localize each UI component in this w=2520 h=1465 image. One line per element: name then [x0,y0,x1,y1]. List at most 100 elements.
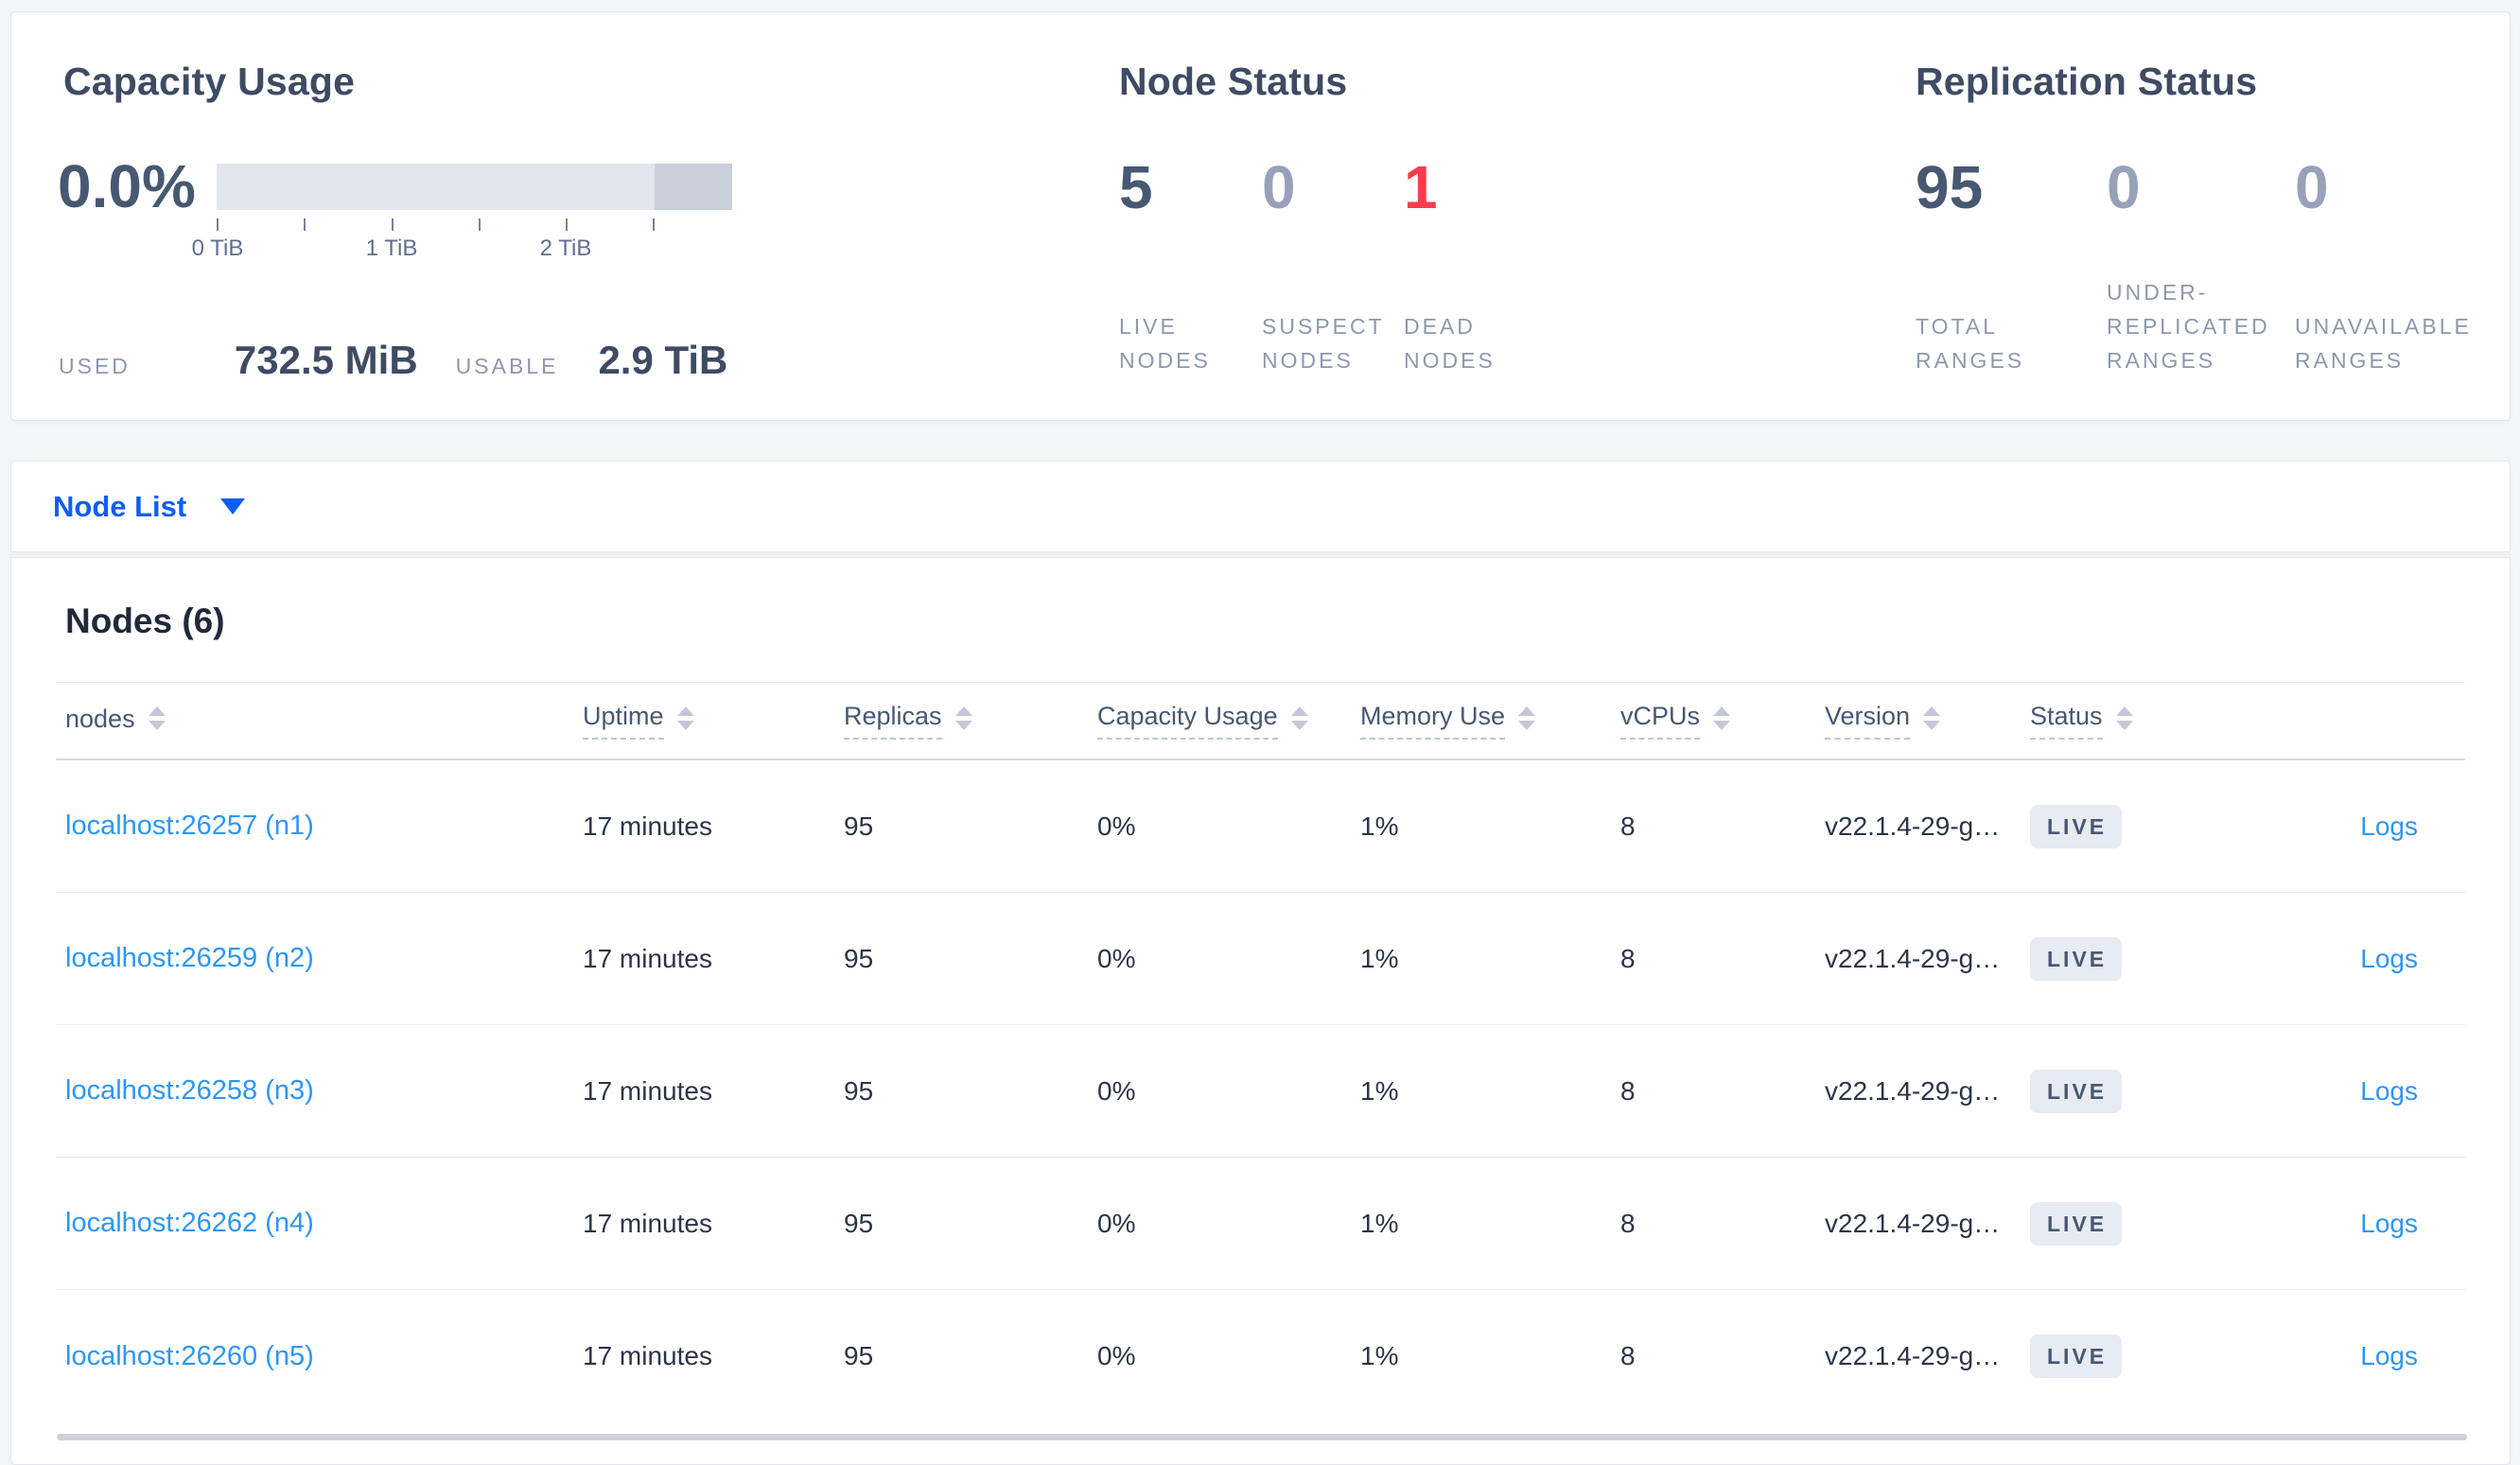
nodes-table-header-row: nodes Uptime Replicas Capacity Usage Mem… [56,683,2465,760]
capacity-gauge: 0.0% 0 TiB 1 TiB 2 TiB [58,152,732,261]
uptime-cell: 17 minutes [583,943,712,973]
capacity-percent: 0.0% [58,152,196,220]
status-badge: LIVE [2030,804,2123,848]
column-header-nodes[interactable]: nodes [56,705,583,737]
node-status-section: Node Status 5 LIVE NODES 0 SUSPECT NODES… [1109,59,1555,377]
replicas-cell: 95 [844,1208,874,1238]
sort-icon[interactable] [1290,706,1308,730]
version-cell: v22.1.4-29-g… [1825,1341,2001,1370]
gauge-tick-label: 0 TiB [191,235,244,261]
status-badge: LIVE [2030,1334,2123,1378]
gauge-tick-label: 2 TiB [539,235,592,261]
gauge-tick [653,218,655,231]
capacity-gauge-bar: 0 TiB 1 TiB 2 TiB [192,164,732,261]
memory-cell: 1% [1360,811,1399,841]
logs-link[interactable]: Logs [2360,811,2418,841]
logs-link[interactable]: Logs [2360,1209,2418,1238]
node-status-title: Node Status [1119,60,1348,103]
node-status-stats: 5 LIVE NODES 0 SUSPECT NODES 1 DEAD NODE… [1119,153,1555,377]
vcpus-cell: 8 [1620,943,1636,973]
capacity-used-usable-row: USED 732.5 MiB USABLE 2.9 TiB [59,338,727,383]
live-nodes-stat: 5 LIVE NODES [1119,153,1262,377]
nodes-table-title: Nodes (6) [65,602,225,640]
capacity-cell: 0% [1097,943,1136,973]
capacity-gauge-track [217,164,732,210]
version-cell: v22.1.4-29-g… [1825,943,2001,973]
unavailable-ranges-stat: 0 UNAVAILABLE RANGES [2295,153,2503,377]
column-header-vcpus[interactable]: vCPUs [1620,702,1825,740]
table-row-node-2: localhost:26259 (n2) 17 minutes 95 0% 1%… [56,893,2465,1025]
status-badge: LIVE [2030,936,2123,981]
suspect-nodes-label: SUSPECT NODES [1262,314,1385,373]
under-replicated-ranges-label: UNDER-REPLICATED RANGES [2107,280,2270,373]
gauge-tick [566,218,568,231]
suspect-nodes-value: 0 [1262,153,1296,221]
usable-value: 2.9 TiB [598,338,728,382]
table-row-node-5: localhost:26260 (n5) 17 minutes 95 0% 1%… [56,1290,2465,1422]
column-header-status[interactable]: Status [2030,702,2274,740]
suspect-nodes-stat: 0 SUSPECT NODES [1262,153,1404,377]
gauge-tick-label: 1 TiB [365,235,418,261]
capacity-usage-title: Capacity Usage [63,60,356,103]
uptime-cell: 17 minutes [583,1208,712,1238]
view-selector-bar: Node List [10,461,2511,552]
node-link[interactable]: localhost:26259 (n2) [65,943,314,973]
node-link[interactable]: localhost:26260 (n5) [65,1341,314,1371]
replication-status-stats: 95 TOTAL RANGES 0 UNDER-REPLICATED RANGE… [1916,153,2503,377]
node-link[interactable]: localhost:26258 (n3) [65,1075,314,1106]
used-label: USED [59,354,131,378]
status-badge: LIVE [2030,1201,2123,1246]
replicas-cell: 95 [844,1341,874,1370]
node-link[interactable]: localhost:26257 (n1) [65,811,314,841]
sort-icon[interactable] [2115,706,2133,730]
logs-link[interactable]: Logs [2360,1076,2418,1106]
sort-icon[interactable] [676,706,694,730]
node-list-dropdown-label: Node List [53,489,187,523]
replicas-cell: 95 [844,1075,874,1106]
memory-cell: 1% [1360,1075,1399,1106]
under-replicated-ranges-stat: 0 UNDER-REPLICATED RANGES [2107,153,2295,377]
sort-icon[interactable] [1923,706,1941,730]
node-link[interactable]: localhost:26262 (n4) [65,1208,314,1238]
dead-nodes-value: 1 [1404,153,1438,221]
uptime-cell: 17 minutes [583,1341,712,1370]
total-ranges-value: 95 [1916,153,1984,221]
horizontal-scrollbar[interactable] [57,1434,2467,1440]
table-row-node-4: localhost:26262 (n4) 17 minutes 95 0% 1%… [56,1158,2465,1290]
table-row-node-1: localhost:26257 (n1) 17 minutes 95 0% 1%… [56,760,2465,893]
column-header-uptime[interactable]: Uptime [583,702,844,740]
capacity-cell: 0% [1097,1075,1136,1106]
memory-cell: 1% [1360,1341,1399,1370]
vcpus-cell: 8 [1620,1075,1636,1106]
capacity-gauge-reserved-segment [655,164,732,210]
replication-status-section: Replication Status 95 TOTAL RANGES 0 UND… [1905,59,2503,377]
version-cell: v22.1.4-29-g… [1825,811,2001,841]
sort-icon[interactable] [954,706,972,730]
nodes-table: Nodes (6) nodes Uptime Replicas Capacity… [56,558,2465,1422]
gauge-tick [479,218,481,231]
node-list-dropdown[interactable]: Node List [11,462,2510,551]
cluster-overview-page: { "colors": { "page_background": "#f3f5f… [0,0,2520,1465]
memory-cell: 1% [1360,943,1399,973]
column-header-memory-use[interactable]: Memory Use [1360,702,1620,740]
version-cell: v22.1.4-29-g… [1825,1208,2001,1238]
dead-nodes-stat: 1 DEAD NODES [1404,153,1555,377]
dead-nodes-label: DEAD NODES [1404,314,1496,373]
table-row-node-3: localhost:26258 (n3) 17 minutes 95 0% 1%… [56,1025,2465,1158]
nodes-table-card: Nodes (6) nodes Uptime Replicas Capacity… [10,557,2511,1465]
sort-icon[interactable] [148,706,166,730]
uptime-cell: 17 minutes [583,1075,712,1106]
logs-link[interactable]: Logs [2360,944,2418,973]
column-header-replicas[interactable]: Replicas [844,702,1097,740]
capacity-cell: 0% [1097,811,1136,841]
sort-icon[interactable] [1713,706,1731,730]
logs-link[interactable]: Logs [2360,1341,2418,1370]
capacity-cell: 0% [1097,1208,1136,1238]
column-header-version[interactable]: Version [1825,702,2030,740]
column-header-capacity-usage[interactable]: Capacity Usage [1097,702,1360,740]
memory-cell: 1% [1360,1208,1399,1238]
replication-status-title: Replication Status [1916,60,2258,103]
live-nodes-value: 5 [1119,153,1153,221]
sort-icon[interactable] [1518,706,1536,730]
status-badge: LIVE [2030,1069,2123,1113]
